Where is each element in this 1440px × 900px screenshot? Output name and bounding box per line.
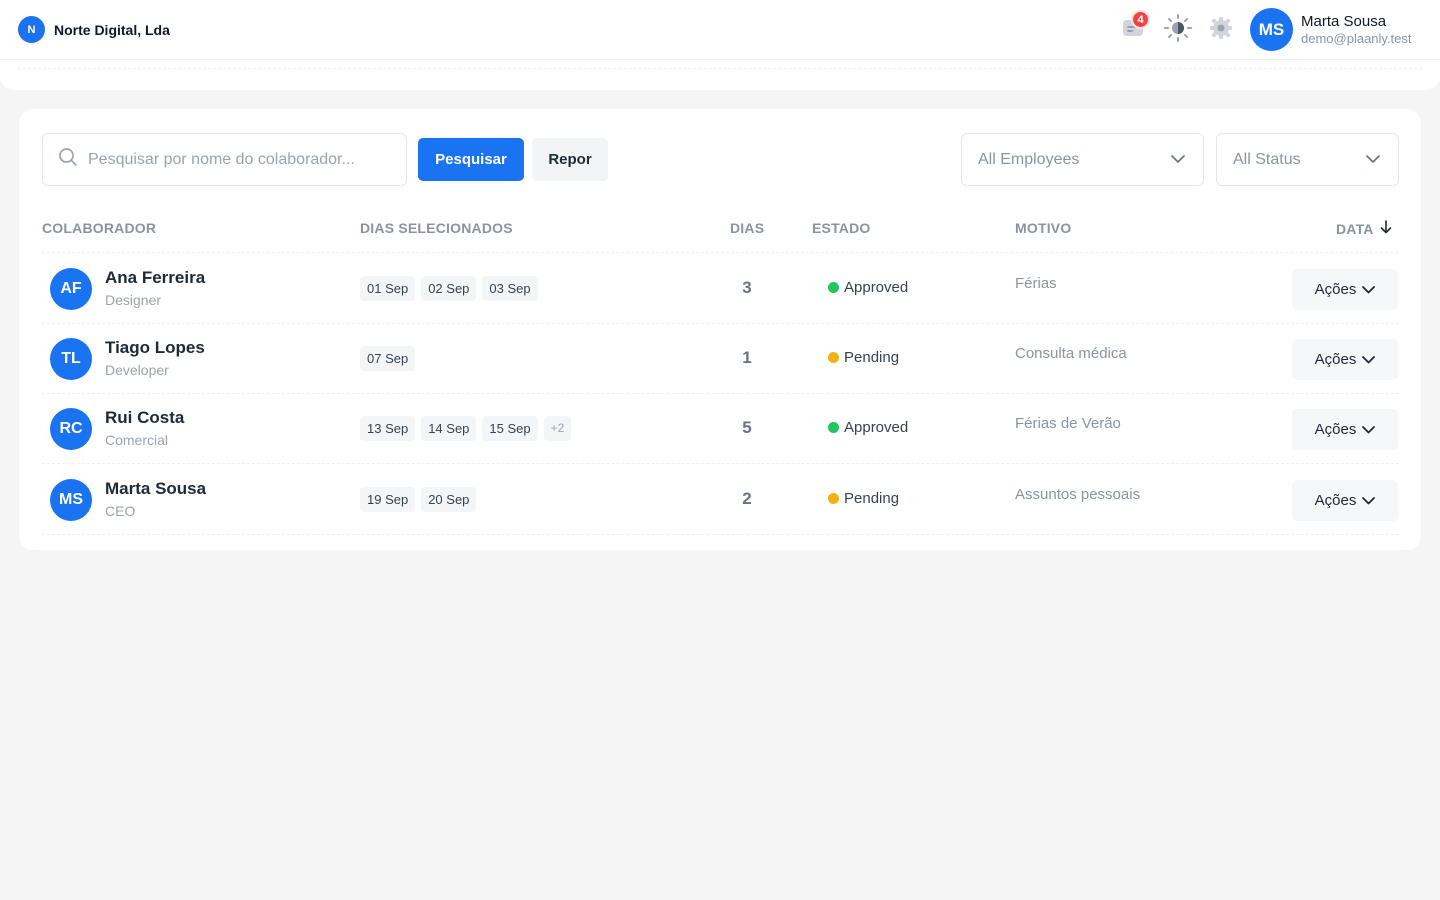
days-count: 3 xyxy=(742,278,752,297)
actions-label: Ações xyxy=(1314,281,1357,298)
chevron-down-icon xyxy=(1171,151,1185,169)
notifications-button[interactable]: 4 xyxy=(1118,10,1150,44)
chevron-down-icon xyxy=(1362,281,1376,298)
reason-text: Férias xyxy=(1015,275,1057,292)
day-chip: 15 Sep xyxy=(482,416,538,441)
user-menu[interactable]: MS Marta Sousa demo@plaanly.test xyxy=(1250,8,1412,51)
status-dot-icon xyxy=(828,493,839,504)
day-chip: 07 Sep xyxy=(360,346,416,371)
actions-label: Ações xyxy=(1314,421,1357,438)
chevron-down-icon xyxy=(1362,421,1376,438)
day-chip: 01 Sep xyxy=(360,276,416,301)
status-badge: Pending xyxy=(828,490,899,507)
column-header-selected-days[interactable]: DIAS SELECIONADOS xyxy=(360,220,513,236)
status-label: Pending xyxy=(844,490,900,507)
status-dot-icon xyxy=(828,422,839,433)
days-count: 5 xyxy=(742,418,752,437)
user-email: demo@plaanly.test xyxy=(1301,31,1412,46)
settings-icon xyxy=(1207,14,1235,47)
chevron-down-icon xyxy=(1362,351,1376,368)
user-avatar: MS xyxy=(1250,8,1293,51)
top-header: N Norte Digital, Lda 4 MS Marta Sousa de… xyxy=(0,0,1440,60)
status-label: Approved xyxy=(844,279,909,296)
divider xyxy=(18,68,1422,69)
requests-card: Pesquisar Repor All Employees All Status… xyxy=(19,109,1421,550)
reset-button[interactable]: Repor xyxy=(532,138,608,181)
employee-role: Comercial xyxy=(105,432,169,448)
column-header-date-label: DATA xyxy=(1336,220,1374,237)
day-chip: 14 Sep xyxy=(421,416,477,441)
settings-button[interactable] xyxy=(1206,15,1236,45)
avatar: AF xyxy=(50,268,92,310)
days-count: 2 xyxy=(742,489,752,508)
table-row[interactable]: TL Tiago Lopes Developer 07 Sep 1 Pending Cons… xyxy=(42,324,1399,394)
actions-label: Ações xyxy=(1314,492,1357,509)
status-filter-value: All Status xyxy=(1233,150,1301,168)
chevron-down-icon xyxy=(1366,151,1380,169)
actions-button[interactable]: Ações xyxy=(1292,339,1398,380)
selected-days: 19 Sep 20 Sep xyxy=(360,487,477,512)
status-badge: Approved xyxy=(828,279,908,296)
search-button[interactable]: Pesquisar xyxy=(418,138,524,181)
days-count: 1 xyxy=(742,348,752,367)
table-row[interactable]: MS Marta Sousa CEO 19 Sep 20 Sep 2 Pending Assu… xyxy=(42,465,1399,535)
chevron-down-icon xyxy=(1362,492,1376,509)
column-header-date[interactable]: DATA xyxy=(1336,220,1392,237)
avatar: MS xyxy=(50,479,92,521)
actions-button[interactable]: Ações xyxy=(1292,480,1398,521)
day-chip: 03 Sep xyxy=(482,276,538,301)
organization[interactable]: N Norte Digital, Lda xyxy=(18,16,170,43)
selected-days: 01 Sep 02 Sep 03 Sep xyxy=(360,276,538,301)
selected-days: 07 Sep xyxy=(360,346,416,371)
avatar: RC xyxy=(50,408,92,450)
status-label: Approved xyxy=(844,419,909,436)
more-days-chip[interactable]: +2 xyxy=(543,416,572,441)
search-input[interactable] xyxy=(88,150,378,169)
table-row[interactable]: RC Rui Costa Comercial 13 Sep 14 Sep 15 Sep +2… xyxy=(42,394,1399,464)
status-badge: Pending xyxy=(828,349,899,366)
status-label: Pending xyxy=(844,349,900,366)
user-name: Marta Sousa xyxy=(1301,13,1387,30)
avatar: TL xyxy=(50,338,92,380)
organization-name: Norte Digital, Lda xyxy=(54,21,170,38)
reason-text: Férias de Verão xyxy=(1015,415,1121,432)
theme-toggle-icon xyxy=(1163,13,1193,48)
reason-text: Assuntos pessoais xyxy=(1015,486,1141,503)
column-header-reason[interactable]: MOTIVO xyxy=(1015,220,1071,236)
toolbar-strip xyxy=(0,60,1440,90)
employee-role: Designer xyxy=(105,292,162,308)
actions-button[interactable]: Ações xyxy=(1292,269,1398,310)
day-chip: 13 Sep xyxy=(360,416,416,441)
header-divider xyxy=(42,252,1398,253)
employee-name: Ana Ferreira xyxy=(105,268,206,287)
actions-label: Ações xyxy=(1314,351,1357,368)
employee-role: CEO xyxy=(105,503,136,519)
organization-badge: N xyxy=(18,16,45,43)
sort-descending-icon xyxy=(1380,220,1392,237)
theme-toggle-button[interactable] xyxy=(1163,13,1193,48)
column-header-status[interactable]: ESTADO xyxy=(812,220,871,236)
search-box xyxy=(42,133,407,186)
employee-filter-select[interactable]: All Employees xyxy=(961,133,1204,186)
notification-count-badge: 4 xyxy=(1131,10,1150,29)
status-filter-select[interactable]: All Status xyxy=(1216,133,1399,186)
employee-filter-value: All Employees xyxy=(978,150,1080,168)
day-chip: 02 Sep xyxy=(421,276,477,301)
employee-name: Rui Costa xyxy=(105,408,185,427)
status-dot-icon xyxy=(828,282,839,293)
status-dot-icon xyxy=(828,352,839,363)
selected-days: 13 Sep 14 Sep 15 Sep +2 xyxy=(360,416,572,441)
status-badge: Approved xyxy=(828,419,908,436)
actions-button[interactable]: Ações xyxy=(1292,409,1398,450)
reason-text: Consulta médica xyxy=(1015,345,1127,362)
column-header-days[interactable]: DIAS xyxy=(730,220,764,236)
search-icon xyxy=(58,147,78,172)
day-chip: 19 Sep xyxy=(360,487,416,512)
day-chip: 20 Sep xyxy=(421,487,477,512)
table-row[interactable]: AF Ana Ferreira Designer 01 Sep 02 Sep 03 Sep… xyxy=(42,254,1399,324)
column-header-employee[interactable]: COLABORADOR xyxy=(42,220,156,236)
employee-name: Marta Sousa xyxy=(105,479,207,498)
employee-name: Tiago Lopes xyxy=(105,338,205,357)
employee-role: Developer xyxy=(105,362,169,378)
